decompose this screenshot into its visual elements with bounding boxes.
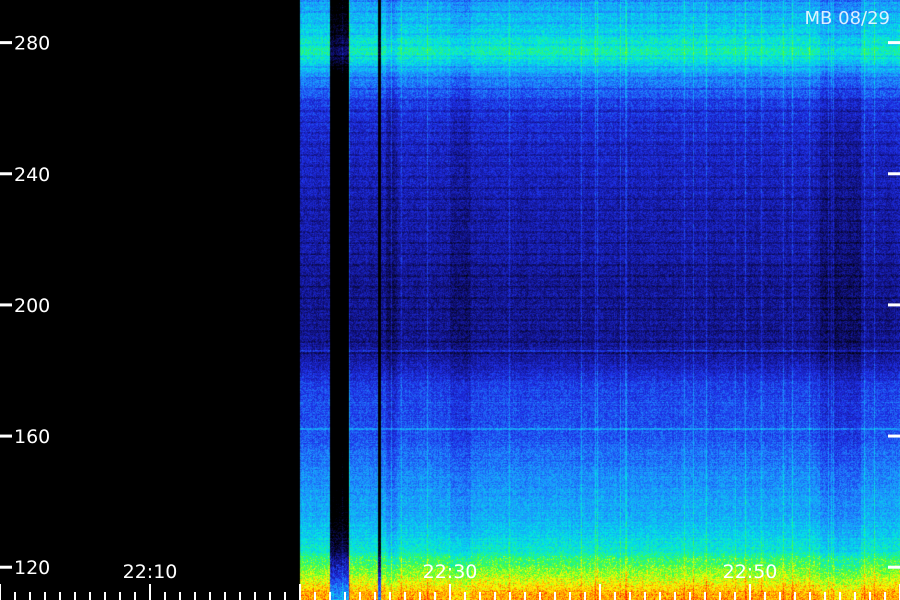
station-date-label: MB 08/29 xyxy=(805,8,890,29)
y-tick-label: 240 xyxy=(14,164,50,186)
chart-overlay: 120 160 200 240 280 22:10 22:30 22:50 MB 08/29 xyxy=(0,8,900,600)
x-tick-label: 22:30 xyxy=(423,561,478,583)
y-tick-label: 120 xyxy=(14,557,50,579)
y-tick-label: 280 xyxy=(14,33,50,55)
y-tick-label: 200 xyxy=(14,295,50,317)
y-axis: 120 160 200 240 280 xyxy=(0,33,900,579)
x-tick-label: 22:10 xyxy=(123,561,178,583)
spectrogram-chart: 120 160 200 240 280 22:10 22:30 22:50 MB 08/29 xyxy=(0,0,900,600)
x-axis: 22:10 22:30 22:50 xyxy=(0,561,900,600)
x-tick-label: 22:50 xyxy=(723,561,778,583)
y-tick-label: 160 xyxy=(14,426,50,448)
